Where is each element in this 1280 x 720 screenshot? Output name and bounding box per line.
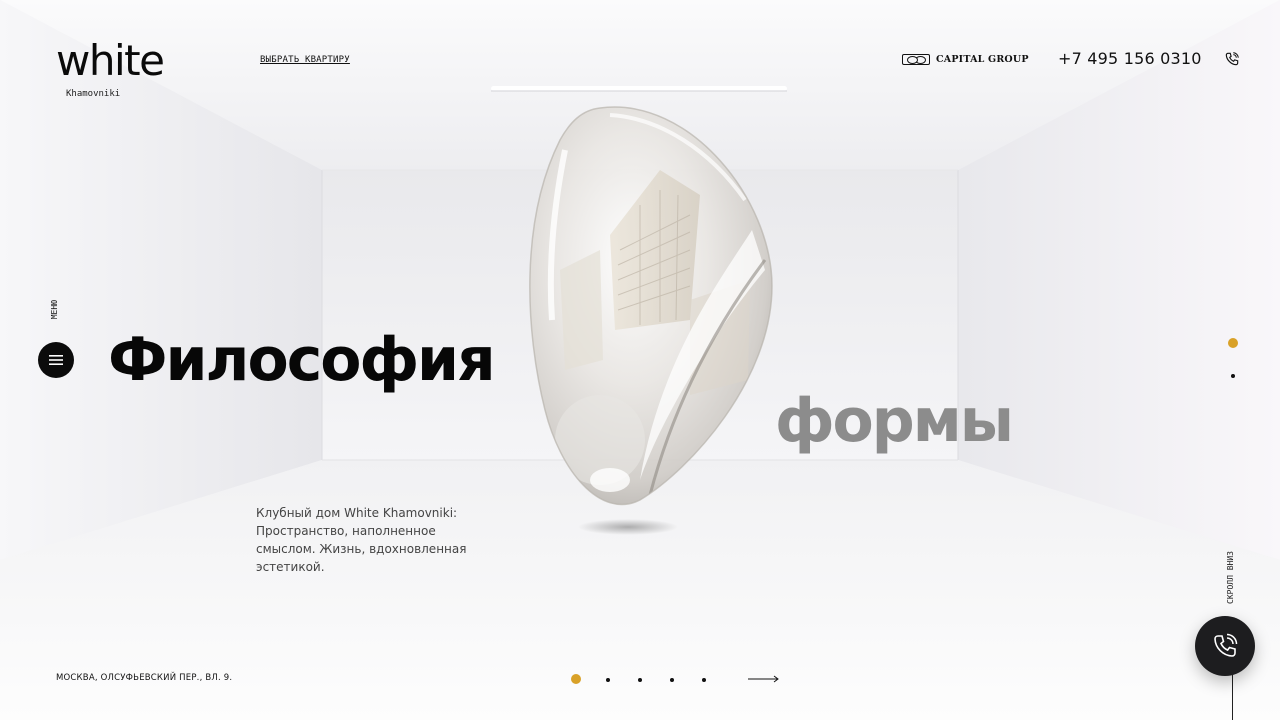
phone-call-icon <box>1214 633 1238 657</box>
section-dot-active[interactable] <box>1228 338 1238 348</box>
scroll-down-label[interactable]: СКРОЛЛ ВНИЗ <box>1226 551 1235 604</box>
section-dot[interactable] <box>1231 374 1235 378</box>
phone-number-link[interactable]: +7 495 156 0310 <box>1058 49 1202 68</box>
address: МОСКВА, ОЛСУФЬЕВСКИЙ ПЕР., ВЛ. 9. <box>56 673 233 683</box>
menu-label: МЕНЮ <box>50 300 59 320</box>
scroll-indicator-line <box>1232 675 1233 720</box>
slide-dot[interactable] <box>638 678 642 682</box>
partner-name: CAPITAL GROUP <box>936 54 1029 65</box>
slide-dot[interactable] <box>702 678 706 682</box>
choose-apartment-link[interactable]: ВЫБРАТЬ КВАРТИРУ <box>260 55 350 65</box>
slide-dot[interactable] <box>670 678 674 682</box>
capital-group-mark-icon <box>902 54 930 65</box>
menu-button[interactable] <box>38 342 74 378</box>
slide-dot-active[interactable] <box>571 674 581 684</box>
partner-logo[interactable]: CAPITAL GROUP <box>902 54 1029 65</box>
hero-title-line1: Философия <box>108 325 496 395</box>
hero-description: Клубный дом White Khamovniki: Пространст… <box>256 506 467 574</box>
hamburger-icon <box>49 355 63 365</box>
hero-title-line2: формы <box>775 386 1014 456</box>
phone-icon[interactable] <box>1225 52 1239 66</box>
arrow-right-icon[interactable] <box>747 673 781 685</box>
slide-dot[interactable] <box>606 678 610 682</box>
brand-subtitle: Khamovniki <box>66 89 121 99</box>
brand-logo[interactable]: white <box>56 38 165 84</box>
call-button[interactable] <box>1195 616 1255 676</box>
